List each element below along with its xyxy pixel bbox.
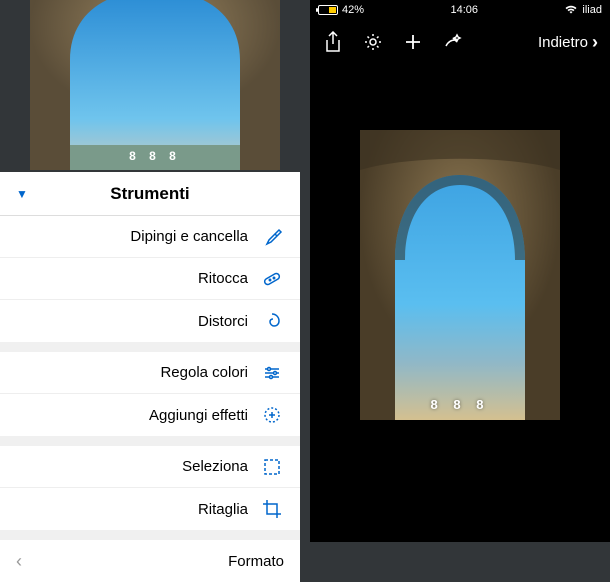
svg-text:8 8 8: 8 8 8 [129,149,181,163]
menu-label: Ritaglia [198,501,248,518]
battery-icon [318,5,338,15]
plus-icon[interactable] [402,31,424,53]
menu-group-2: Regola colori Aggiungi effetti [0,352,300,436]
status-bar: 42% 14:06 iliad [310,0,610,20]
menu-label: Ritocca [198,270,248,287]
top-toolbar: Indietro › [310,20,610,64]
battery-percent: 42% [342,4,364,16]
left-panel: 8 8 8 ▼ Strumenti Dipingi e cancella Rit… [0,0,300,542]
back-label: Indietro [538,34,588,51]
menu-label: Regola colori [160,364,248,381]
menu-item-distort[interactable]: Distorci [0,300,300,342]
menu-label: Aggiungi effetti [149,407,248,424]
bandage-icon [260,267,284,291]
crop-icon [260,497,284,521]
menu-item-crop[interactable]: Ritaglia [0,488,300,530]
sliders-icon [260,361,284,385]
back-button[interactable]: Indietro › [538,32,598,53]
magic-icon[interactable] [442,31,464,53]
watermark: 8 8 8 [431,397,490,412]
preview-photo: 8 8 8 [30,0,280,170]
status-time: 14:06 [450,4,478,16]
gear-icon[interactable] [362,31,384,53]
chevron-left-icon: ‹ [16,551,22,572]
format-label: Formato [228,553,284,570]
carrier-label: iliad [582,4,602,16]
sparkle-icon [260,403,284,427]
menu-item-retouch[interactable]: Ritocca [0,258,300,300]
menu-item-format[interactable]: ‹ Formato [0,540,300,582]
menu-item-select[interactable]: Seleziona [0,446,300,488]
app-main-view: 42% 14:06 iliad Indietro [310,0,610,542]
photo-canvas[interactable]: 8 8 8 [360,130,560,420]
wifi-icon [564,3,578,17]
menu-label: Distorci [198,313,248,330]
menu-item-paint[interactable]: Dipingi e cancella [0,216,300,258]
menu-label: Dipingi e cancella [130,228,248,245]
dropdown-arrow-icon[interactable]: ▼ [16,187,28,201]
tools-sheet: ▼ Strumenti Dipingi e cancella Ritocca D… [0,172,300,542]
chevron-right-icon: › [592,32,598,53]
brush-icon [260,225,284,249]
menu-group-3: Seleziona Ritaglia [0,446,300,530]
menu-group-1: Dipingi e cancella Ritocca Distorci [0,216,300,342]
menu-item-adjust-colors[interactable]: Regola colori [0,352,300,394]
sheet-header: ▼ Strumenti [0,172,300,216]
swirl-icon [260,309,284,333]
share-icon[interactable] [322,31,344,53]
sheet-title: Strumenti [110,184,189,204]
selection-icon [260,455,284,479]
menu-item-add-effects[interactable]: Aggiungi effetti [0,394,300,436]
menu-label: Seleziona [182,458,248,475]
